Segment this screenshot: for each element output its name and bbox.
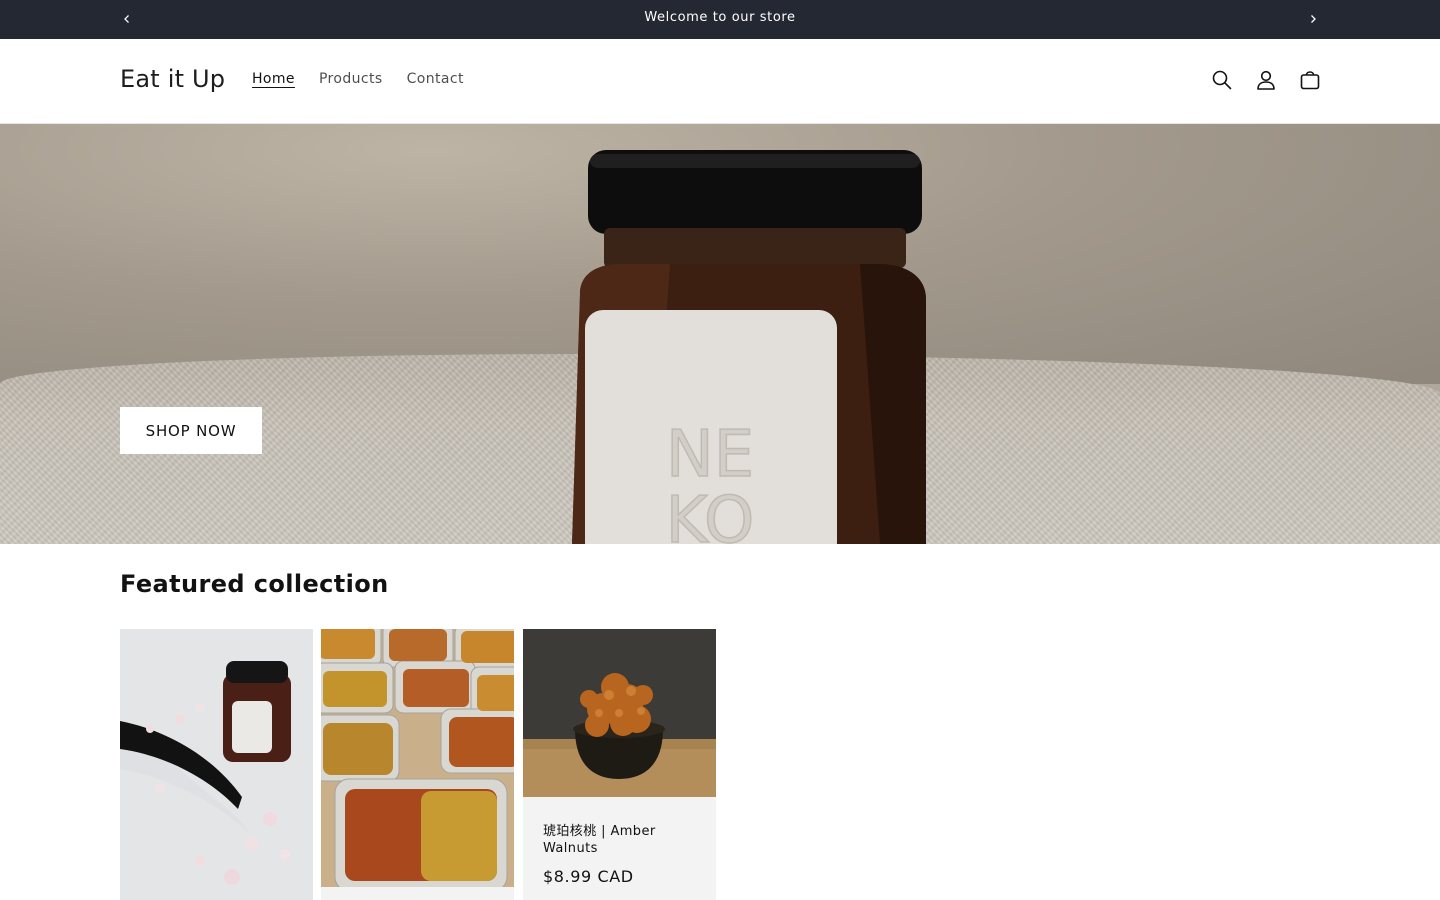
product-price: $8.99 CAD: [543, 867, 634, 886]
hero-jar-image: NE KO: [572, 150, 926, 544]
search-button[interactable]: [1208, 66, 1236, 94]
header-icons: [1208, 66, 1324, 94]
search-icon: [1212, 70, 1232, 90]
chevron-right-icon: [1311, 15, 1316, 23]
product-card-1[interactable]: [120, 629, 313, 900]
jar-label-line-1: NE: [666, 418, 754, 492]
store-logo[interactable]: Eat it Up: [120, 65, 225, 93]
cart-icon: [1300, 71, 1320, 90]
product-title[interactable]: 琥珀核桃 | Amber Walnuts: [543, 823, 693, 857]
account-icon: [1257, 70, 1275, 90]
product-image-1: [120, 629, 313, 900]
product-card-3[interactable]: 琥珀核桃 | Amber Walnuts $8.99 CAD: [523, 629, 716, 900]
cart-button[interactable]: [1296, 66, 1324, 94]
featured-collection-title: Featured collection: [120, 570, 389, 598]
nav-products[interactable]: Products: [307, 71, 395, 87]
jar-label-line-2: KO: [666, 484, 755, 544]
product-card-2[interactable]: [321, 629, 514, 900]
account-button[interactable]: [1252, 66, 1280, 94]
announcement-message: Welcome to our store: [644, 10, 796, 25]
main-nav: Home Products Contact: [240, 71, 476, 87]
nav-contact[interactable]: Contact: [395, 71, 476, 87]
announcement-next-button[interactable]: [1302, 8, 1324, 30]
hero-banner: NE KO SHOP NOW: [0, 124, 1440, 544]
product-image-2: [321, 629, 514, 887]
nav-home[interactable]: Home: [240, 71, 307, 87]
announcement-bar: Welcome to our store: [0, 0, 1440, 39]
site-header: Eat it Up Home Products Contact: [0, 39, 1440, 124]
shop-now-button[interactable]: SHOP NOW: [120, 407, 262, 454]
product-image-3: [523, 629, 716, 797]
